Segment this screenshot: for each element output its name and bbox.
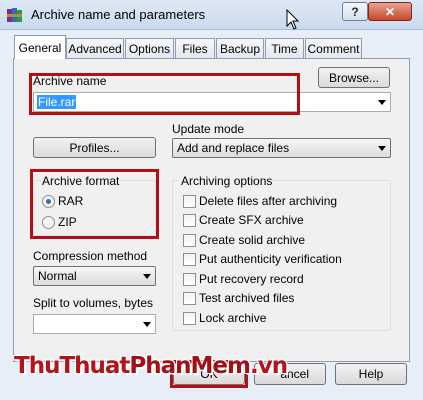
tab-general[interactable]: General xyxy=(14,35,66,59)
chevron-down-icon[interactable] xyxy=(378,146,386,151)
watermark-part1: ThuThuat xyxy=(14,353,130,379)
delete-files-checkbox[interactable] xyxy=(183,195,196,208)
tab-files[interactable]: Files xyxy=(175,38,215,58)
archive-name-combo[interactable]: File.rar xyxy=(33,92,391,112)
create-sfx-checkbox[interactable] xyxy=(183,214,196,227)
tab-comment[interactable]: Comment xyxy=(305,38,362,58)
help-button[interactable]: Help xyxy=(335,363,407,385)
watermark-logo: ThuThuatPhanMem.vn xyxy=(14,353,288,379)
compression-value: Normal xyxy=(38,269,77,283)
close-button[interactable]: ✕ xyxy=(368,2,412,21)
update-mode-label: Update mode xyxy=(172,122,245,136)
tab-options[interactable]: Options xyxy=(125,38,174,58)
split-label: Split to volumes, bytes xyxy=(33,296,154,310)
test-archived-label[interactable]: Test archived files xyxy=(199,291,294,305)
update-mode-select[interactable]: Add and replace files xyxy=(172,138,391,158)
compression-label: Compression method xyxy=(33,249,148,263)
watermark-part3: .vn xyxy=(249,353,288,379)
compression-select[interactable]: Normal xyxy=(33,266,156,286)
tab-time[interactable]: Time xyxy=(265,38,304,58)
title-help-button[interactable]: ? xyxy=(342,2,368,21)
authenticity-checkbox[interactable] xyxy=(183,253,196,266)
create-sfx-label[interactable]: Create SFX archive xyxy=(199,213,304,227)
radio-zip[interactable] xyxy=(42,216,55,229)
create-solid-checkbox[interactable] xyxy=(183,234,196,247)
mouse-pointer-icon xyxy=(286,9,300,30)
lock-archive-label[interactable]: Lock archive xyxy=(199,311,266,325)
radio-rar-label[interactable]: RAR xyxy=(58,194,83,208)
winrar-icon xyxy=(7,8,22,22)
chevron-down-icon[interactable] xyxy=(143,274,151,279)
archive-format-label: Archive format xyxy=(41,174,121,188)
tab-advanced[interactable]: Advanced xyxy=(66,38,124,58)
test-archived-checkbox[interactable] xyxy=(183,292,196,305)
archive-name-label: Archive name xyxy=(33,74,107,88)
split-volumes-combo[interactable] xyxy=(33,314,156,334)
radio-zip-label[interactable]: ZIP xyxy=(58,215,77,229)
create-solid-label[interactable]: Create solid archive xyxy=(199,233,305,247)
tab-backup[interactable]: Backup xyxy=(216,38,264,58)
update-mode-value: Add and replace files xyxy=(177,141,290,155)
window-title: Archive name and parameters xyxy=(31,7,206,22)
chevron-down-icon[interactable] xyxy=(378,100,386,105)
chevron-down-icon[interactable] xyxy=(143,322,151,327)
browse-button[interactable]: Browse... xyxy=(318,67,390,88)
delete-files-label[interactable]: Delete files after archiving xyxy=(199,194,337,208)
recovery-record-checkbox[interactable] xyxy=(183,273,196,286)
authenticity-label[interactable]: Put authenticity verification xyxy=(199,252,342,266)
radio-rar[interactable] xyxy=(42,195,55,208)
watermark-part2: PhanMem xyxy=(129,353,251,379)
lock-archive-checkbox[interactable] xyxy=(183,312,196,325)
recovery-record-label[interactable]: Put recovery record xyxy=(199,272,304,286)
profiles-button[interactable]: Profiles... xyxy=(33,137,156,158)
archive-name-value[interactable]: File.rar xyxy=(37,95,77,109)
archiving-options-label: Archiving options xyxy=(180,174,274,188)
